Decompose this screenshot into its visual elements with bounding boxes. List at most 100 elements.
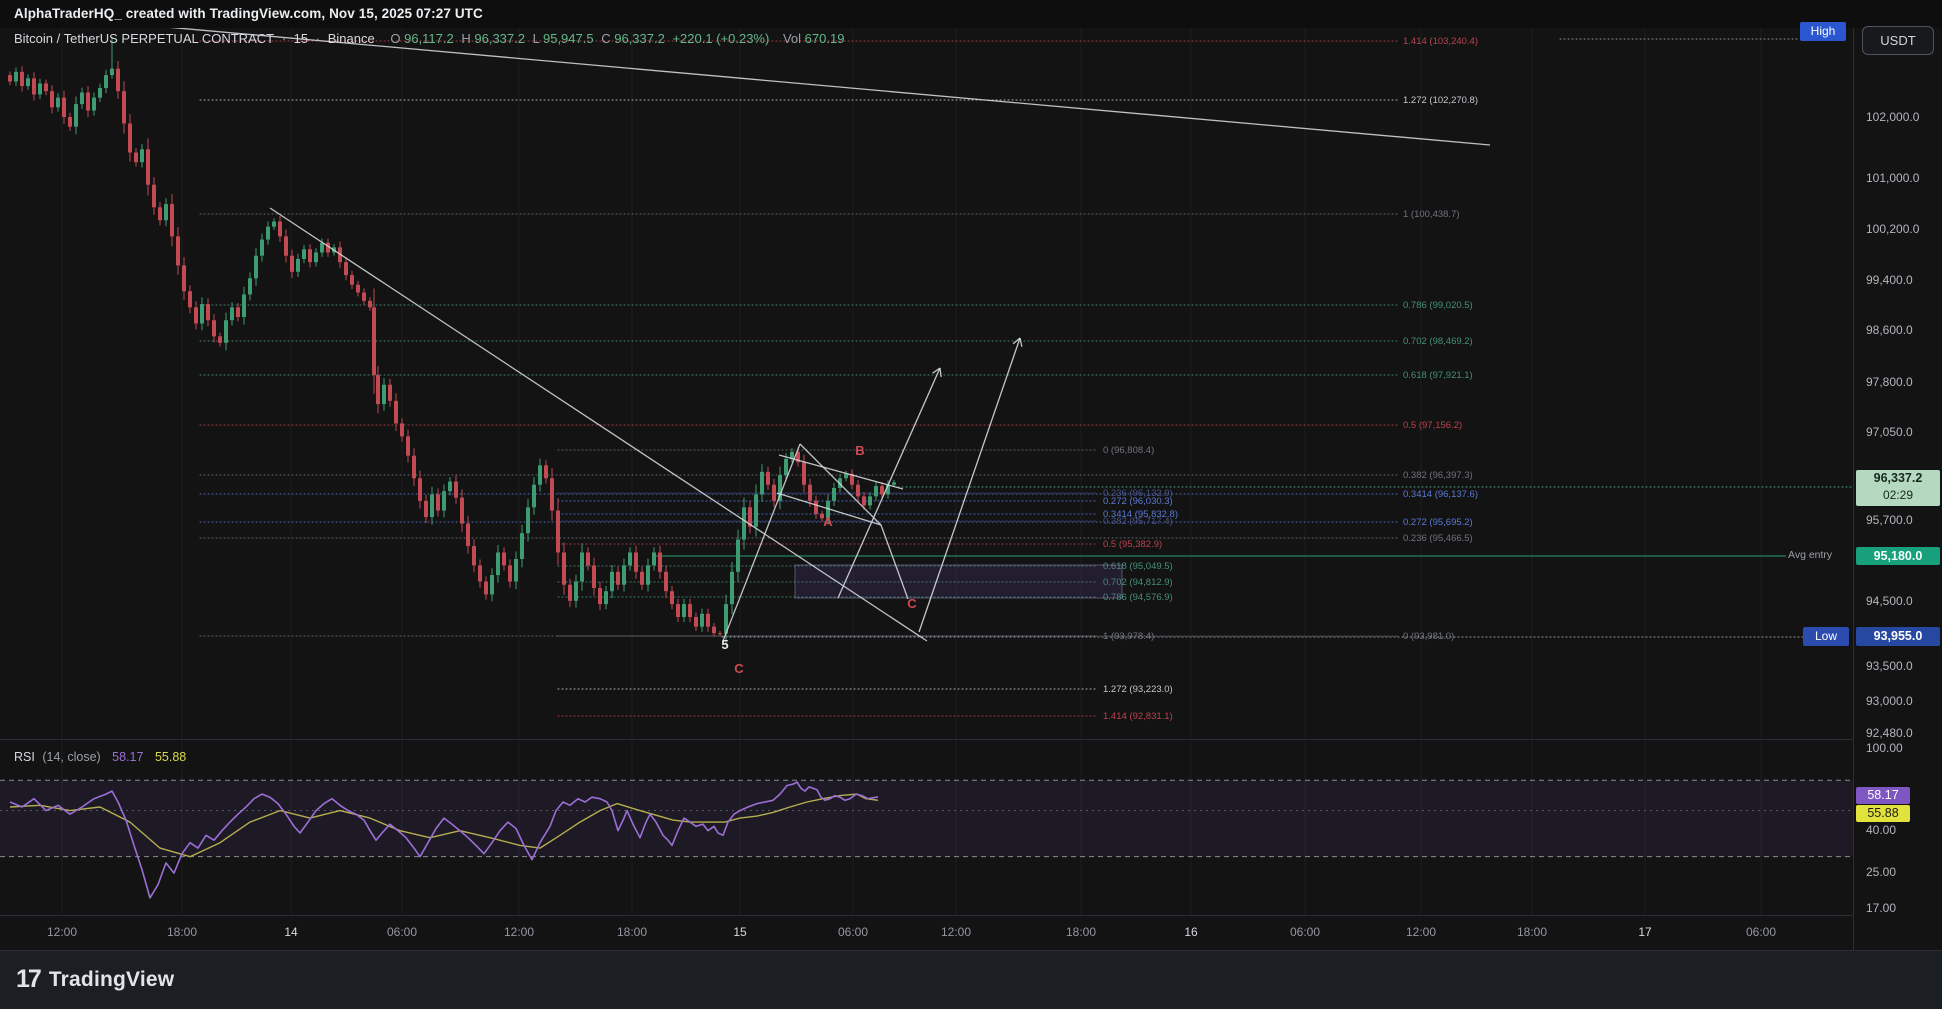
candle[interactable] [140,149,144,163]
candle[interactable] [844,473,848,479]
candle[interactable] [254,255,258,279]
candle[interactable] [284,236,288,256]
candle[interactable] [164,204,168,221]
candle[interactable] [290,255,294,272]
candle[interactable] [736,539,740,572]
candle[interactable] [502,552,506,566]
candle[interactable] [478,565,482,582]
candle[interactable] [742,507,746,540]
candle[interactable] [20,71,24,87]
candle[interactable] [86,92,90,111]
symbol-info-bar[interactable]: Bitcoin / TetherUS PERPETUAL CONTRACT · … [14,31,848,49]
candle[interactable] [598,587,602,605]
candle[interactable] [206,304,210,321]
candle[interactable] [592,565,596,588]
candle[interactable] [760,471,764,495]
candle[interactable] [344,262,348,276]
candle[interactable] [868,496,872,506]
candle[interactable] [50,91,54,108]
candle[interactable] [634,552,638,572]
candle[interactable] [832,487,836,501]
candle[interactable] [368,300,372,308]
candle[interactable] [730,571,734,605]
candle[interactable] [260,239,264,256]
candle[interactable] [152,184,156,208]
candle[interactable] [158,207,162,221]
candle[interactable] [170,204,174,237]
candle[interactable] [784,458,788,476]
candle[interactable] [308,249,312,263]
candle[interactable] [74,104,78,127]
candle[interactable] [874,486,878,497]
interval-value[interactable]: 15 [294,31,308,46]
candle[interactable] [376,375,380,405]
candle[interactable] [272,221,276,227]
candle[interactable] [134,152,138,163]
candle[interactable] [712,626,716,634]
candle[interactable] [62,97,66,117]
candle[interactable] [32,78,36,95]
candle[interactable] [562,552,566,585]
candle[interactable] [128,123,132,153]
candle[interactable] [652,552,656,566]
candle[interactable] [520,533,524,559]
candle[interactable] [266,226,270,240]
candle[interactable] [38,83,42,95]
candle[interactable] [856,484,860,497]
candle[interactable] [394,400,398,424]
candle[interactable] [350,275,354,285]
candle[interactable] [236,307,240,317]
candle[interactable] [658,552,662,572]
pane-divider[interactable] [0,915,1942,916]
candle[interactable] [80,92,84,105]
candle[interactable] [176,236,180,266]
candle[interactable] [682,604,686,617]
candle[interactable] [862,496,866,506]
candle[interactable] [400,423,404,437]
candle[interactable] [248,278,252,295]
candle[interactable] [550,478,554,511]
candle[interactable] [302,249,306,259]
rsi-pane[interactable] [0,740,1853,915]
candle[interactable] [538,465,542,485]
candle[interactable] [688,604,692,617]
candle[interactable] [14,71,18,82]
candle[interactable] [314,252,318,263]
candle[interactable] [706,613,710,627]
candle[interactable] [406,436,410,456]
candle[interactable] [454,481,458,498]
candle[interactable] [628,552,632,566]
candle[interactable] [320,242,324,253]
candle[interactable] [122,91,126,124]
candle[interactable] [212,320,216,337]
candle[interactable] [556,510,560,553]
candle[interactable] [182,265,186,292]
candle[interactable] [532,484,536,508]
candle[interactable] [448,481,452,492]
time-axis[interactable]: 12:00 18:00 14 06:00 12:00 18:00 15 06:00 12:00 1… [0,916,1853,949]
candle[interactable] [442,491,446,511]
candle[interactable] [224,320,228,343]
candle[interactable] [230,307,234,321]
price-pane[interactable]: 1.414 (103,240.4) 1.272 (102,270.8) 1 (100… [0,28,1853,740]
candle[interactable] [754,494,758,527]
candle[interactable] [372,307,376,376]
rsi-title[interactable]: RSI [14,750,35,764]
candle[interactable] [68,117,72,127]
rsi-indicator-legend[interactable]: RSI (14, close) 58.17 55.88 [14,750,186,764]
candle[interactable] [586,552,590,566]
candle[interactable] [814,500,818,514]
candle[interactable] [526,507,530,534]
currency-toggle-button[interactable]: USDT [1862,26,1934,55]
candle[interactable] [98,87,102,98]
candle[interactable] [362,292,366,301]
candle[interactable] [484,581,488,595]
candle[interactable] [188,291,192,308]
candle[interactable] [412,455,416,479]
candle[interactable] [104,75,108,88]
candle[interactable] [388,384,392,401]
target-zone-box[interactable] [794,564,1123,599]
candle[interactable] [700,613,704,627]
candle[interactable] [26,78,30,87]
candle[interactable] [116,68,120,92]
